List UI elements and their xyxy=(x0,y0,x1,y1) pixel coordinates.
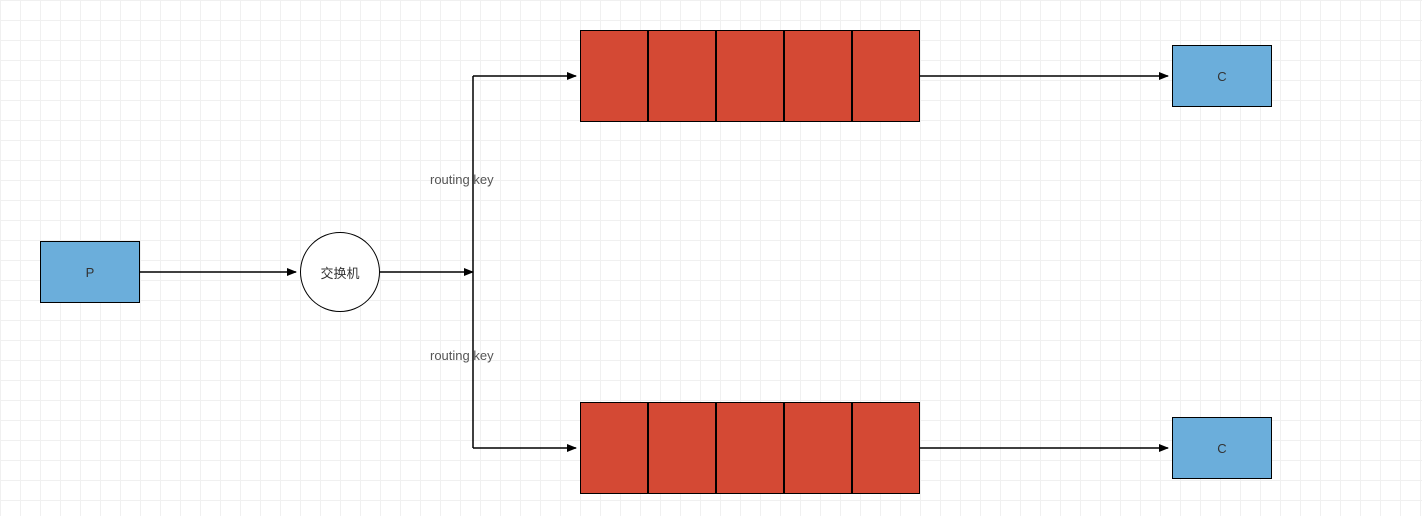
exchange-label: 交换机 xyxy=(320,263,359,282)
queue-top-slot xyxy=(580,30,648,122)
routing-key-label-top: routing key xyxy=(430,172,494,187)
queue-bottom-slot xyxy=(716,402,784,494)
queue-bottom-slot xyxy=(852,402,920,494)
consumer-bottom-node: C xyxy=(1172,417,1272,479)
consumer-top-node: C xyxy=(1172,45,1272,107)
routing-key-label-bottom: routing key xyxy=(430,348,494,363)
producer-label: P xyxy=(86,265,95,280)
queue-bottom-slot xyxy=(784,402,852,494)
queue-bottom xyxy=(580,402,920,494)
queue-top xyxy=(580,30,920,122)
consumer-bottom-label: C xyxy=(1217,441,1226,456)
queue-top-slot xyxy=(648,30,716,122)
consumer-top-label: C xyxy=(1217,69,1226,84)
producer-node: P xyxy=(40,241,140,303)
queue-top-slot xyxy=(852,30,920,122)
queue-top-slot xyxy=(716,30,784,122)
queue-bottom-slot xyxy=(648,402,716,494)
exchange-node: 交换机 xyxy=(300,232,380,312)
queue-bottom-slot xyxy=(580,402,648,494)
diagram-canvas: P 交换机 routing key routing key C C xyxy=(0,0,1422,516)
queue-top-slot xyxy=(784,30,852,122)
